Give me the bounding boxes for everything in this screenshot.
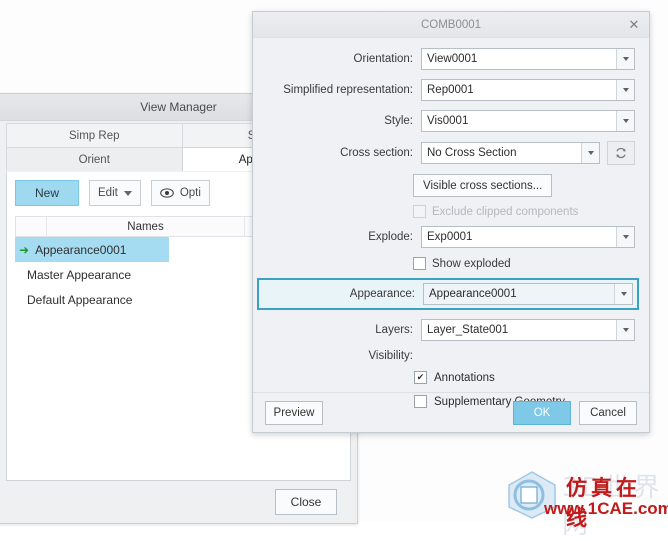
list-item-label: Default Appearance	[27, 292, 133, 307]
new-button-label: New	[34, 186, 59, 200]
exclude-clipped-checkbox: Exclude clipped components	[413, 205, 578, 218]
explode-row: Explode: Exp0001	[261, 226, 635, 248]
layers-row: Layers: Layer_State001	[261, 319, 635, 341]
appearance-select[interactable]: Appearance0001	[423, 283, 633, 305]
cross-section-value: No Cross Section	[427, 147, 517, 159]
cancel-button[interactable]: Cancel	[579, 400, 637, 425]
style-value: Vis0001	[427, 115, 469, 127]
simplified-representation-row: Simplified representation: Rep0001	[261, 79, 635, 101]
check-icon: ✔	[416, 372, 425, 382]
orientation-row: Orientation: View0001	[261, 48, 635, 70]
layers-select[interactable]: Layer_State001	[421, 319, 635, 341]
visible-cross-sections-label: Visible cross sections...	[423, 179, 543, 192]
visibility-row: Visibility:	[261, 350, 635, 362]
dialog-title: COMB0001	[420, 18, 482, 31]
tab-orient[interactable]: Orient	[6, 147, 183, 171]
orientation-value: View0001	[427, 53, 478, 65]
preview-button-label: Preview	[273, 406, 315, 419]
options-button-label: Opti	[179, 187, 201, 199]
cross-section-row: Cross section: No Cross Section	[261, 141, 635, 165]
chevron-down-icon[interactable]	[616, 111, 634, 131]
options-button[interactable]: Opti	[150, 180, 210, 206]
show-exploded-label: Show exploded	[432, 257, 511, 270]
simplified-representation-value: Rep0001	[427, 84, 474, 96]
layers-value: Layer_State001	[427, 324, 509, 336]
chevron-down-icon[interactable]	[581, 143, 599, 163]
exclude-clipped-row: Exclude clipped components	[261, 205, 635, 218]
appearance-highlight-frame: Appearance: Appearance0001	[257, 278, 639, 310]
visible-cross-sections-button[interactable]: Visible cross sections...	[413, 174, 553, 197]
chevron-down-icon[interactable]	[616, 49, 634, 69]
list-item[interactable]: ➜ Appearance0001	[15, 237, 169, 262]
list-item-label: Master Appearance	[27, 267, 132, 282]
simplified-representation-label: Simplified representation:	[283, 84, 413, 96]
dialog-footer: Preview OK Cancel	[253, 393, 649, 432]
comb0001-dialog: COMB0001 ✕ Orientation: View0001 Simplif…	[252, 11, 650, 433]
explode-value: Exp0001	[427, 231, 473, 243]
list-item-label: Appearance0001	[35, 242, 127, 257]
checkbox-box[interactable]: ✔	[414, 371, 427, 384]
tab-simp-rep[interactable]: Simp Rep	[6, 123, 183, 147]
style-label: Style:	[384, 115, 413, 127]
checkbox-box	[413, 205, 426, 218]
tab-simp-rep-label: Simp Rep	[69, 129, 120, 142]
view-manager-footer: Close	[0, 481, 357, 523]
show-exploded-checkbox[interactable]: Show exploded	[413, 257, 511, 270]
close-icon[interactable]: ✕	[625, 16, 643, 33]
site-watermark: 3D世界网 仿真在线 www.1CAE.com	[500, 466, 668, 540]
visibility-label: Visibility:	[368, 350, 413, 362]
new-button[interactable]: New	[15, 180, 79, 206]
chevron-down-icon[interactable]	[616, 320, 634, 340]
dialog-title-bar: COMB0001 ✕	[253, 12, 649, 38]
ok-button-label: OK	[533, 406, 551, 419]
chevron-down-icon[interactable]	[614, 284, 632, 304]
style-select[interactable]: Vis0001	[421, 110, 635, 132]
exclude-clipped-label: Exclude clipped components	[432, 205, 579, 218]
orientation-select[interactable]: View0001	[421, 48, 635, 70]
cross-section-select[interactable]: No Cross Section	[421, 142, 600, 164]
edit-button[interactable]: Edit	[89, 180, 141, 206]
explode-select[interactable]: Exp0001	[421, 226, 635, 248]
names-column-label: Names	[127, 220, 164, 233]
cancel-button-label: Cancel	[590, 406, 626, 419]
chevron-down-icon[interactable]	[616, 80, 634, 100]
chevron-down-icon[interactable]	[616, 227, 634, 247]
annotations-checkbox[interactable]: ✔ Annotations	[414, 371, 635, 384]
preview-button[interactable]: Preview	[265, 400, 323, 425]
refresh-icon[interactable]	[607, 141, 635, 165]
tab-orient-label: Orient	[78, 153, 110, 166]
appearance-value: Appearance0001	[429, 288, 517, 300]
close-button[interactable]: Close	[275, 489, 337, 515]
view-manager-title: View Manager	[140, 100, 217, 114]
explode-label: Explode:	[368, 231, 413, 243]
green-arrow-icon: ➜	[19, 242, 30, 257]
layers-label: Layers:	[375, 324, 413, 336]
ok-button[interactable]: OK	[513, 400, 571, 425]
appearance-label: Appearance:	[349, 288, 415, 300]
dialog-body: Orientation: View0001 Simplified represe…	[253, 38, 649, 408]
show-exploded-row: Show exploded	[261, 257, 635, 270]
cross-section-label: Cross section:	[340, 147, 413, 159]
names-header-marker-column	[16, 217, 47, 236]
close-button-label: Close	[290, 495, 322, 509]
watermark-url: www.1CAE.com	[544, 499, 668, 518]
edit-button-label: Edit	[98, 187, 118, 199]
eye-icon	[160, 188, 174, 198]
orientation-label: Orientation:	[353, 53, 413, 65]
visible-cross-sections-row: Visible cross sections...	[261, 174, 635, 197]
style-row: Style: Vis0001	[261, 110, 635, 132]
checkbox-box[interactable]	[413, 257, 426, 270]
annotations-label: Annotations	[434, 371, 495, 384]
simplified-representation-select[interactable]: Rep0001	[421, 79, 635, 101]
chevron-down-icon	[123, 190, 132, 196]
appearance-row: Appearance: Appearance0001	[263, 283, 633, 305]
names-header-names-column[interactable]: Names	[47, 217, 245, 236]
